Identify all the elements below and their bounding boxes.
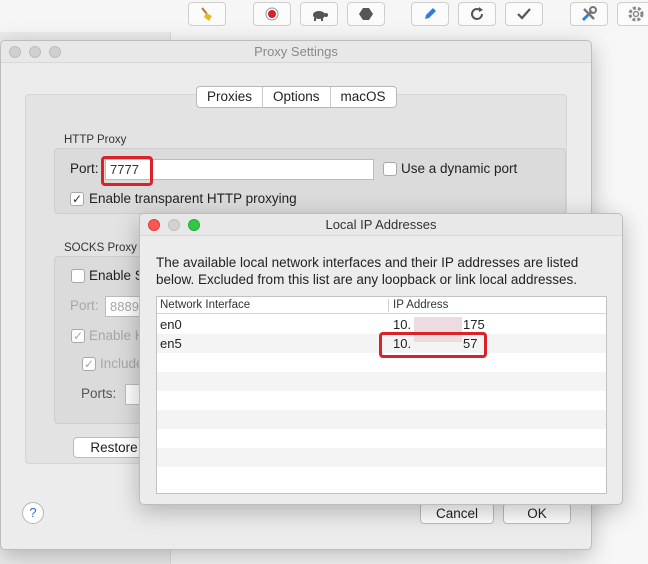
local-ip-window: Local IP Addresses The available local n… bbox=[139, 213, 623, 505]
table-row bbox=[157, 410, 606, 429]
transparent-proxy-label: Enable transparent HTTP proxying bbox=[89, 191, 297, 206]
socks-enable-label: Enable S bbox=[89, 268, 144, 283]
clear-button[interactable] bbox=[188, 2, 226, 26]
table-row bbox=[157, 467, 606, 486]
checkmark-icon bbox=[517, 8, 531, 20]
table-row bbox=[157, 448, 606, 467]
stop-hexagon-icon bbox=[359, 8, 373, 20]
help-button[interactable]: ? bbox=[22, 502, 44, 524]
proxy-settings-titlebar: Proxy Settings bbox=[1, 41, 591, 63]
table-row bbox=[157, 372, 606, 391]
port-highlight-box bbox=[101, 156, 153, 186]
close-button[interactable] bbox=[9, 46, 21, 58]
repeat-button[interactable] bbox=[458, 2, 496, 26]
throttle-button[interactable] bbox=[300, 2, 338, 26]
ip-highlight-box bbox=[379, 332, 487, 358]
transparent-proxy-checkbox[interactable]: ✓ bbox=[70, 192, 84, 206]
http-port-label: Port: bbox=[70, 161, 99, 176]
refresh-icon bbox=[471, 7, 483, 20]
http-proxy-label: HTTP Proxy bbox=[64, 134, 127, 146]
table-row bbox=[157, 429, 606, 448]
tools-button[interactable] bbox=[570, 2, 608, 26]
minimize-button[interactable] bbox=[29, 46, 41, 58]
turtle-icon bbox=[313, 11, 328, 21]
window-title: Local IP Addresses bbox=[325, 217, 437, 232]
socks-proxy-label: SOCKS Proxy bbox=[64, 242, 137, 254]
compose-button[interactable] bbox=[411, 2, 449, 26]
table-header: Network Interface IP Address bbox=[157, 297, 606, 314]
ip-table: Network Interface IP Address en0 10. 175… bbox=[156, 296, 607, 494]
breakpoint-button[interactable] bbox=[347, 2, 385, 26]
zoom-button[interactable] bbox=[49, 46, 61, 58]
broom-icon bbox=[201, 7, 212, 21]
tab-proxies[interactable]: Proxies bbox=[197, 87, 264, 107]
socks-enable-checkbox[interactable] bbox=[71, 269, 85, 283]
cancel-button[interactable]: Cancel bbox=[420, 503, 494, 524]
dynamic-port-label: Use a dynamic port bbox=[401, 161, 518, 176]
socks-port-label: Port: bbox=[70, 298, 99, 313]
column-header-ip[interactable]: IP Address bbox=[393, 297, 448, 314]
settings-button[interactable] bbox=[617, 2, 648, 26]
tools-icon bbox=[581, 6, 597, 22]
local-ip-titlebar: Local IP Addresses bbox=[140, 214, 622, 236]
validate-button[interactable] bbox=[505, 2, 543, 26]
socks-http-label: Enable H bbox=[89, 328, 145, 343]
interface-cell: en0 bbox=[160, 317, 182, 332]
ok-button[interactable]: OK bbox=[503, 503, 571, 524]
pen-icon bbox=[425, 8, 436, 19]
minimize-button[interactable] bbox=[168, 219, 180, 231]
tab-macos[interactable]: macOS bbox=[331, 87, 396, 107]
tab-options[interactable]: Options bbox=[263, 87, 331, 107]
dialog-description: The available local network interfaces a… bbox=[156, 255, 579, 287]
record-icon bbox=[265, 7, 279, 21]
window-title: Proxy Settings bbox=[254, 44, 338, 59]
socks-ports-label: Ports: bbox=[81, 386, 117, 401]
socks-include-label: Include bbox=[100, 356, 144, 371]
socks-include-checkbox[interactable]: ✓ bbox=[82, 357, 96, 371]
record-button[interactable] bbox=[253, 2, 291, 26]
table-row bbox=[157, 391, 606, 410]
gear-icon bbox=[628, 6, 644, 22]
interface-cell: en5 bbox=[160, 336, 182, 351]
tab-bar: Proxies Options macOS bbox=[196, 86, 397, 108]
app-toolbar bbox=[0, 0, 648, 32]
close-button[interactable] bbox=[148, 219, 160, 231]
socks-http-checkbox[interactable]: ✓ bbox=[71, 329, 85, 343]
dynamic-port-checkbox[interactable] bbox=[383, 162, 397, 176]
column-header-interface[interactable]: Network Interface bbox=[160, 297, 250, 314]
zoom-button[interactable] bbox=[188, 219, 200, 231]
